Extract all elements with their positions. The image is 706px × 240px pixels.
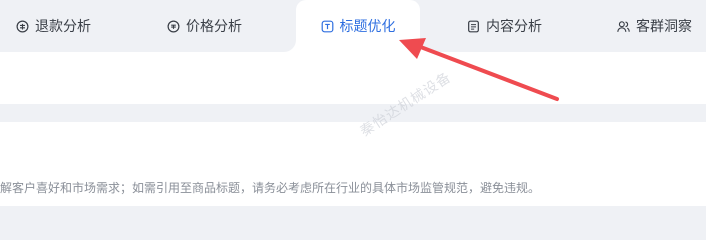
tab-title-optimization[interactable]: 标题优化 xyxy=(296,0,420,52)
content-icon xyxy=(468,20,479,32)
section-divider xyxy=(0,104,706,122)
price-icon xyxy=(167,20,180,32)
tab-label: 内容分析 xyxy=(486,19,542,35)
refund-icon xyxy=(16,20,29,32)
tab-label: 价格分析 xyxy=(186,19,242,35)
title-icon xyxy=(321,20,333,32)
tab-label: 客群洞察 xyxy=(636,19,692,35)
tab-price-analysis[interactable]: 价格分析 xyxy=(167,0,242,52)
compliance-notice: 解客户喜好和市场需求；如需引用至商品标题，请务必考虑所在行业的具体市场监管规范，… xyxy=(0,181,541,195)
section-divider xyxy=(0,206,706,222)
tab-refund-analysis[interactable]: 退款分析 xyxy=(16,0,91,52)
tab-label: 标题优化 xyxy=(339,19,396,35)
content-panel-top xyxy=(0,52,706,104)
tab-label: 退款分析 xyxy=(35,19,91,35)
tab-bar: 退款分析 价格分析 标题优化 内容分析 客群洞察 xyxy=(0,0,706,52)
tab-audience-insight[interactable]: 客群洞察 xyxy=(617,0,692,52)
audience-icon xyxy=(617,20,630,32)
tab-content-analysis[interactable]: 内容分析 xyxy=(467,0,542,52)
